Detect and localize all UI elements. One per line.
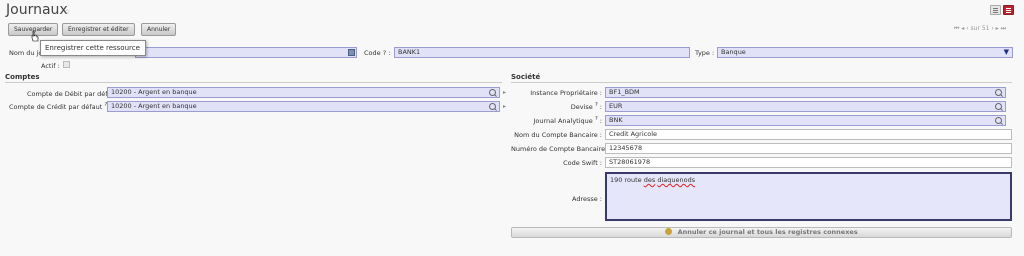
bank-account-name-field[interactable]: Credit Agricole xyxy=(605,129,1012,140)
hand-cursor-icon xyxy=(31,30,39,42)
journal-analytique-value: BNK xyxy=(609,116,623,124)
credit-account-label: Compte de Crédit par défaut ? : xyxy=(9,102,112,112)
address-textarea[interactable]: 190 route des diaquenods xyxy=(605,172,1012,221)
societe-section-title: Société xyxy=(511,73,541,81)
type-select[interactable]: Banque ▼ xyxy=(717,47,1013,58)
instance-field[interactable]: BF1_BDM xyxy=(605,87,1006,98)
code-label: Code ? : xyxy=(364,49,391,57)
bank-account-name-label: Nom du Compte Bancaire : xyxy=(514,131,602,139)
instance-label: Instance Propriétaire : xyxy=(530,89,602,97)
devise-value: EUR xyxy=(609,102,623,110)
debit-link-arrow-icon[interactable]: ▸ xyxy=(503,89,506,96)
chevron-down-icon: ▼ xyxy=(1003,48,1009,56)
comptes-section-title: Comptes xyxy=(5,73,40,81)
swift-code-field[interactable]: ST28061978 xyxy=(605,157,1012,168)
devise-label: Devise ? : xyxy=(570,102,602,112)
credit-account-field[interactable]: 10200 - Argent en banque xyxy=(107,101,500,112)
save-and-edit-button[interactable]: Enregistrer et éditer xyxy=(62,23,135,36)
page-title: Journaux xyxy=(6,2,68,18)
instance-value: BF1_BDM xyxy=(609,88,640,96)
debit-account-value: 10200 - Argent en banque xyxy=(111,88,197,96)
devise-field[interactable]: EUR xyxy=(605,101,1006,112)
list-view-icon[interactable] xyxy=(990,5,1001,15)
name-label: Nom du jo xyxy=(9,49,43,57)
name-field[interactable] xyxy=(135,47,357,58)
actif-checkbox[interactable] xyxy=(63,61,70,68)
search-icon[interactable] xyxy=(995,117,1002,124)
record-pager[interactable]: ⏮ ◂ ‹ sur 51 › ▸ ⏭ xyxy=(954,25,1006,33)
cancel-button[interactable]: Annuler xyxy=(141,23,177,36)
journal-analytique-field[interactable]: BNK xyxy=(605,115,1006,126)
bank-account-number-label: Numéro de Compte Bancaire : xyxy=(511,145,610,153)
search-icon[interactable] xyxy=(489,103,496,110)
form-view-icon[interactable] xyxy=(1003,5,1014,15)
cancel-journal-button[interactable]: Annuler ce journal et tous les registres… xyxy=(511,227,1012,238)
societe-separator xyxy=(511,82,1012,83)
type-label: Type : xyxy=(695,49,715,57)
search-icon[interactable] xyxy=(995,89,1002,96)
favorite-star-icon[interactable]: ☆ xyxy=(64,8,70,16)
search-icon[interactable] xyxy=(489,89,496,96)
comptes-separator xyxy=(5,82,502,83)
code-field[interactable]: BANK1 xyxy=(394,47,690,58)
credit-link-arrow-icon[interactable]: ▸ xyxy=(503,103,506,110)
swift-code-label: Code Swift : xyxy=(563,159,602,167)
journal-analytique-label: Journal Analytique ? : xyxy=(533,116,602,126)
debit-account-field[interactable]: 10200 - Argent en banque xyxy=(107,87,500,98)
address-label: Adresse : xyxy=(571,195,602,203)
cancel-journal-icon xyxy=(665,228,673,235)
bank-account-number-field[interactable]: 12345678 xyxy=(605,143,1012,154)
type-value: Banque xyxy=(721,48,746,56)
save-tooltip: Enregistrer cette ressource xyxy=(40,40,146,56)
actif-label: Actif : xyxy=(41,62,60,70)
credit-account-value: 10200 - Argent en banque xyxy=(111,102,197,110)
search-icon[interactable] xyxy=(995,103,1002,110)
calendar-icon[interactable] xyxy=(348,49,355,56)
